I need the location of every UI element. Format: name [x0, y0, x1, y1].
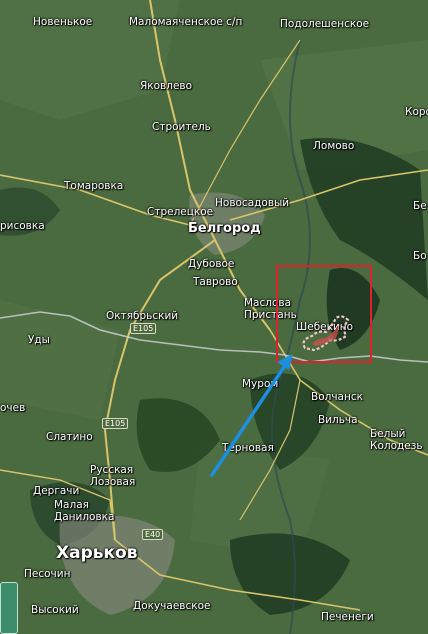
satellite-map[interactable]: Новенькое Маломаяченское с/п Подолешенск…: [0, 0, 428, 634]
fire-area-fill: [312, 324, 340, 346]
fire-area-outline: [302, 315, 350, 352]
map-control-button[interactable]: [0, 582, 18, 634]
arrow-line: [210, 362, 288, 477]
annotation-overlay: [210, 315, 350, 477]
